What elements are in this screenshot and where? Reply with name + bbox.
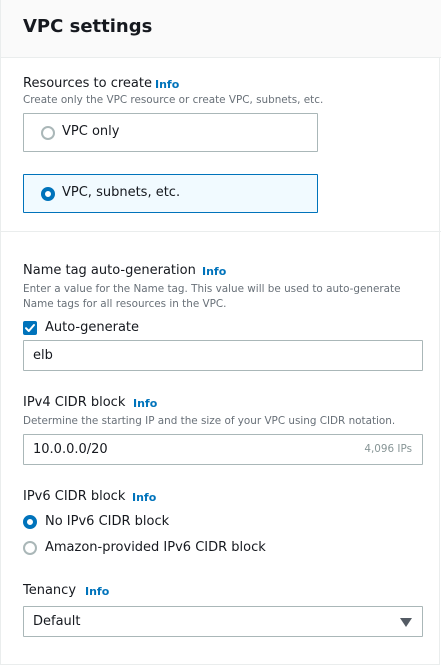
tenancy-select[interactable]: Default — [23, 606, 423, 637]
ipv4-ip-count: 4,096 IPs — [364, 443, 412, 455]
name-tag-description-line1: Enter a value for the Name tag. This val… — [23, 283, 401, 295]
auto-generate-label: Auto-generate — [45, 320, 140, 335]
resources-label: Resources to create — [23, 76, 152, 91]
ipv4-info-link[interactable]: Info — [133, 397, 157, 410]
radio-unchecked-icon[interactable] — [23, 541, 37, 555]
ipv6-option-none[interactable]: No IPv6 CIDR block — [45, 514, 169, 529]
radio-unchecked-icon[interactable] — [41, 126, 55, 140]
caret-down-icon — [400, 618, 412, 627]
vpc-settings-panel: VPC settings Resources to create Info Cr… — [0, 0, 441, 665]
ipv4-description: Determine the starting IP and the size o… — [23, 415, 396, 427]
resources-info-link[interactable]: Info — [155, 78, 179, 91]
ipv4-cidr-input[interactable]: 10.0.0.0/20 4,096 IPs — [23, 434, 423, 465]
resources-option-label: VPC, subnets, etc. — [62, 185, 181, 200]
ipv4-label: IPv4 CIDR block — [23, 395, 126, 410]
name-tag-input-value: elb — [33, 348, 53, 363]
resources-option-label: VPC only — [62, 124, 120, 139]
panel-title: VPC settings — [23, 16, 153, 37]
resources-option-vpc-only[interactable]: VPC only — [23, 113, 318, 152]
tenancy-label: Tenancy — [23, 583, 77, 598]
resources-description: Create only the VPC resource or create V… — [23, 94, 324, 106]
panel-header: VPC settings — [1, 0, 441, 58]
ipv6-info-link[interactable]: Info — [132, 491, 156, 504]
radio-checked-icon[interactable] — [41, 187, 55, 201]
ipv6-label: IPv6 CIDR block — [23, 489, 126, 504]
radio-checked-icon[interactable] — [23, 515, 37, 529]
ipv4-cidr-value: 10.0.0.0/20 — [33, 442, 108, 457]
name-tag-label: Name tag auto-generation — [23, 263, 196, 278]
tenancy-selected-value: Default — [33, 614, 81, 629]
auto-generate-checkbox[interactable] — [23, 321, 37, 335]
ipv6-option-amazon[interactable]: Amazon-provided IPv6 CIDR block — [45, 540, 266, 555]
section-divider — [1, 231, 441, 232]
check-icon — [25, 324, 35, 332]
name-tag-input[interactable]: elb — [23, 340, 423, 371]
name-tag-info-link[interactable]: Info — [202, 265, 226, 278]
name-tag-description-line2: Name tags for all resources in the VPC. — [23, 298, 227, 310]
tenancy-info-link[interactable]: Info — [85, 585, 109, 598]
resources-option-vpc-subnets[interactable]: VPC, subnets, etc. — [23, 174, 318, 213]
